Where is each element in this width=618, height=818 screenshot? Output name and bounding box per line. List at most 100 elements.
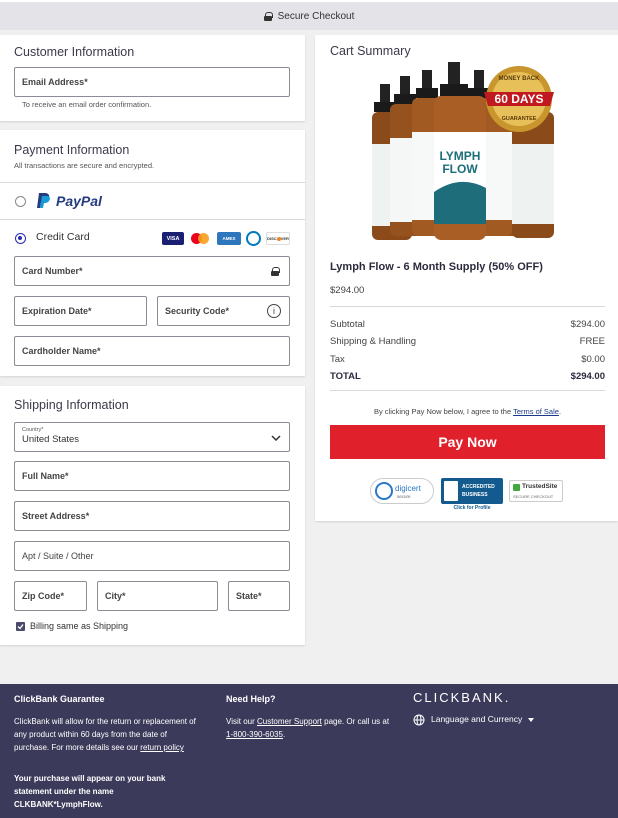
customer-support-link[interactable]: Customer Support [257,717,322,726]
total-row: TOTAL $294.00 [330,371,605,382]
product-name: Lymph Flow - 6 Month Supply (50% OFF) [330,261,543,273]
divider [330,306,605,307]
lock-icon [271,267,280,276]
digicert-badge[interactable]: digicert secure [370,478,434,504]
mastercard-icon [189,232,211,245]
caret-down-icon [527,717,534,722]
globe-icon [413,714,425,726]
cardholder-name-field[interactable]: Cardholder Name* [14,336,290,366]
country-select[interactable]: Country* United States [14,422,290,452]
email-hint: To receive an email order confirmation. [22,100,152,109]
tax-row: Tax $0.00 [330,354,605,365]
total-value: $294.00 [570,371,605,382]
country-label: Country* [22,427,44,433]
svg-text:GUARANTEE: GUARANTEE [502,116,537,122]
full-name-field[interactable]: Full Name* [14,461,290,491]
apt-suite-field[interactable]: Apt / Suite / Other [14,541,290,571]
help-text: Visit our Customer Support page. Or call… [226,717,390,739]
credit-card-option[interactable]: Credit Card VISA AMEX DISC VER [0,220,305,254]
subtotal-value: $294.00 [570,319,605,330]
bbb-logo-icon [444,481,458,501]
bbb-accredited-badge[interactable]: ACCREDITED BUSINESS [441,478,503,504]
svg-text:FLOW: FLOW [442,162,478,176]
cart-summary-title: Cart Summary [330,44,411,58]
country-value: United States [22,434,80,445]
secure-checkout-label: Secure Checkout [277,10,355,22]
info-icon[interactable]: i [267,304,281,318]
clickbank-logo: CLICKBANK. [413,690,511,705]
apt-suite-label: Apt / Suite / Other [22,551,94,561]
expiration-date-label: Expiration Date* [22,306,92,316]
expiration-date-field[interactable]: Expiration Date* [14,296,147,326]
money-back-badge: MONEY BACK 60 DAYS GUARANTEE [484,66,554,132]
divider [330,390,605,391]
paypal-label: PayPal [56,193,102,209]
street-address-label: Street Address* [22,511,90,521]
payment-subtitle: All transactions are secure and encrypte… [14,161,155,170]
bbb-click-for-profile[interactable]: Click for Profile [441,505,503,511]
checkmark-icon [17,624,24,630]
paypal-logo-icon [37,193,50,208]
paypal-radio[interactable] [15,196,26,207]
help-title: Need Help? [226,694,276,704]
customer-info-card: Customer Information Email Address* To r… [0,35,305,121]
terms-text: By clicking Pay Now below, I agree to th… [373,407,562,416]
state-label: State* [236,591,262,601]
footer: ClickBank Guarantee ClickBank will allow… [0,684,618,818]
email-field[interactable]: Email Address* [14,67,290,97]
security-code-field[interactable]: Security Code* i [157,296,290,326]
card-number-label: Card Number* [22,266,83,276]
email-field-label: Email Address* [22,77,88,87]
pay-now-button[interactable]: Pay Now [330,425,605,459]
subtotal-row: Subtotal $294.00 [330,319,605,330]
checkmark-icon [513,484,520,491]
amex-icon: AMEX [217,232,241,245]
shipping-info-title: Shipping Information [14,398,129,412]
street-address-field[interactable]: Street Address* [14,501,290,531]
svg-text:60 DAYS: 60 DAYS [495,92,544,106]
discover-icon: DISC VER [266,232,290,245]
billing-same-label: Billing same as Shipping [30,621,129,631]
payment-info-card: Payment Information All transactions are… [0,130,305,376]
shipping-label: Shipping & Handling [330,336,417,347]
customer-info-title: Customer Information [14,45,135,59]
trustedsite-badge[interactable]: TrustedSite SECURE CHECKOUT [509,480,563,502]
total-label: TOTAL [330,371,361,382]
subtotal-label: Subtotal [330,319,365,330]
paypal-option[interactable]: PayPal [0,183,305,219]
terms-of-sale-link[interactable]: Terms of Sale [513,407,559,416]
lock-icon [263,11,273,21]
guarantee-text: ClickBank will allow for the return or r… [14,717,196,752]
guarantee-title: ClickBank Guarantee [14,694,105,704]
chevron-down-icon [271,435,281,441]
shipping-value: FREE [579,336,605,347]
credit-card-radio[interactable] [15,233,26,244]
billing-same-checkbox[interactable] [16,622,25,631]
zip-code-label: Zip Code* [22,591,64,601]
svg-text:MONEY BACK: MONEY BACK [499,76,541,82]
credit-card-label: Credit Card [36,231,90,243]
city-field[interactable]: City* [97,581,218,611]
tax-value: $0.00 [581,354,605,365]
zip-code-field[interactable]: Zip Code* [14,581,87,611]
return-policy-link[interactable]: return policy [140,743,184,752]
full-name-label: Full Name* [22,471,69,481]
statement-text: Your purchase will appear on your bank s… [14,774,166,809]
product-price: $294.00 [330,285,365,296]
language-currency-selector[interactable]: Language and Currency [431,714,534,724]
visa-icon: VISA [162,232,184,245]
payment-info-title: Payment Information [14,143,130,157]
phone-link[interactable]: 1-800-390-6035 [226,730,283,739]
shipping-row: Shipping & Handling FREE [330,336,605,347]
secure-checkout-bar: Secure Checkout [0,0,618,30]
tax-label: Tax [330,354,345,365]
card-number-field[interactable]: Card Number* [14,256,290,286]
svg-text:LYMPH: LYMPH [440,149,481,163]
security-code-label: Security Code* [165,306,230,316]
shipping-info-card: Shipping Information Country* United Sta… [0,386,305,645]
state-field[interactable]: State* [228,581,290,611]
padlock-icon [375,482,393,500]
diners-icon [246,231,261,246]
cardholder-name-label: Cardholder Name* [22,346,101,356]
city-label: City* [105,591,126,601]
